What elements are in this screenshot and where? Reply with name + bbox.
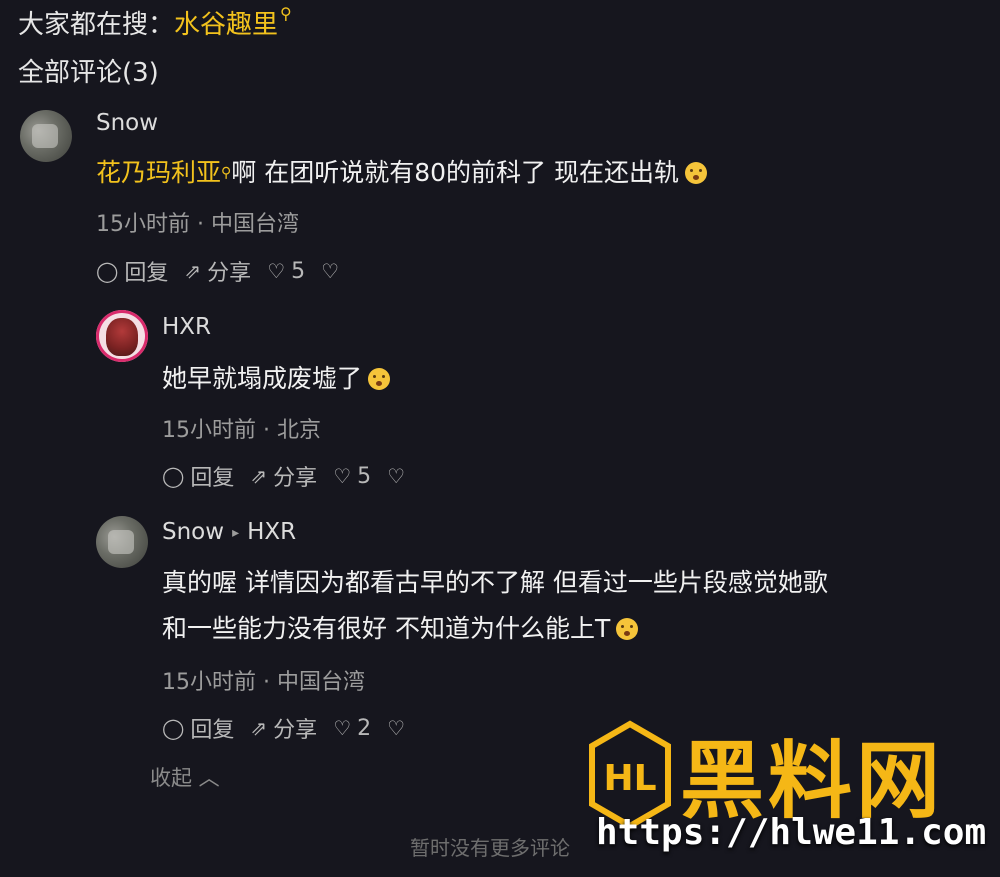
avatar[interactable]	[20, 110, 72, 162]
broken-heart-icon: ♡	[387, 464, 406, 488]
comment-meta: 15小时前 · 北京	[162, 418, 321, 443]
magnifier-icon: ⚲	[221, 165, 232, 181]
comment-actions: ◯ 回复 ⇗ 分享 ♡ 5 ♡	[162, 460, 405, 492]
like-button[interactable]: ♡ 5	[267, 259, 305, 284]
comment-meta: 15小时前 · 中国台湾	[96, 212, 299, 237]
share-arrow-icon: ⇗	[250, 464, 268, 488]
share-button[interactable]: ⇗ 分享	[184, 255, 251, 287]
speech-bubble-icon: ◯	[96, 259, 119, 283]
reply-to-username[interactable]: HXR	[247, 519, 296, 545]
comment-meta: 15小时前 · 中国台湾	[162, 670, 365, 695]
share-arrow-icon: ⇗	[250, 716, 268, 740]
search-keyword-link[interactable]: 水谷趣里	[174, 10, 278, 40]
heart-icon: ♡	[267, 259, 286, 283]
comment-username[interactable]: Snow	[96, 110, 158, 136]
no-more-comments: 暂时没有更多评论	[410, 836, 570, 860]
comment-body-line: 真的喔 详情因为都看古早的不了解 但看过一些片段感觉她歌	[162, 568, 828, 597]
emoji-icon	[368, 368, 391, 390]
heart-icon: ♡	[333, 464, 352, 488]
reply-button[interactable]: ◯ 回复	[162, 460, 234, 492]
share-arrow-icon: ⇗	[184, 259, 202, 283]
avatar[interactable]	[96, 516, 148, 568]
like-button[interactable]: ♡ 5	[333, 464, 371, 489]
reply-arrow-icon: ▸	[232, 525, 240, 541]
search-prefix: 大家都在搜：	[18, 10, 175, 40]
comment-text: 花乃玛利亚⚲啊 在团听说就有80的前科了 现在还出轨	[96, 150, 707, 196]
comment-actions: ◯ 回复 ⇗ 分享 ♡ 5 ♡	[96, 255, 339, 287]
comment-username[interactable]: HXR	[162, 314, 211, 340]
mention-link[interactable]: 花乃玛利亚	[96, 158, 221, 187]
comment-body-line: 和一些能力没有很好 不知道为什么能上T	[162, 606, 828, 652]
broken-heart-icon: ♡	[387, 716, 406, 740]
share-button[interactable]: ⇗ 分享	[250, 460, 317, 492]
broken-heart-icon: ♡	[321, 259, 340, 283]
dislike-button[interactable]: ♡	[387, 464, 405, 488]
speech-bubble-icon: ◯	[162, 464, 185, 488]
comment-body: 她早就塌成废墟了	[162, 364, 363, 393]
like-button[interactable]: ♡ 2	[333, 716, 371, 741]
watermark-url: https://hlwe11.com	[596, 812, 987, 853]
comment-actions: ◯ 回复 ⇗ 分享 ♡ 2 ♡	[162, 712, 405, 744]
comment-text: 她早就塌成废墟了	[162, 356, 391, 402]
comment-username-link[interactable]: Snow	[162, 519, 224, 545]
search-suggestion[interactable]: 大家都在搜：水谷趣里 ⚲	[18, 4, 292, 41]
comment-username: Snow ▸ HXR	[162, 519, 296, 545]
magnifier-icon: ⚲	[280, 4, 292, 23]
heart-icon: ♡	[333, 716, 352, 740]
comment-body: 啊 在团听说就有80的前科了 现在还出轨	[231, 158, 679, 187]
collapse-button[interactable]: 收起 ︿	[150, 762, 220, 792]
speech-bubble-icon: ◯	[162, 716, 185, 740]
comment-text: 真的喔 详情因为都看古早的不了解 但看过一些片段感觉她歌 和一些能力没有很好 不…	[162, 560, 828, 652]
reply-button[interactable]: ◯ 回复	[96, 255, 168, 287]
emoji-icon	[685, 162, 707, 184]
dislike-button[interactable]: ♡	[321, 259, 339, 283]
comment-count: 全部评论(3)	[18, 58, 159, 88]
share-button[interactable]: ⇗ 分享	[250, 712, 317, 744]
avatar[interactable]	[96, 310, 148, 362]
chevron-up-icon: ︿	[192, 766, 220, 790]
emoji-icon	[616, 618, 639, 640]
reply-button[interactable]: ◯ 回复	[162, 712, 234, 744]
dislike-button[interactable]: ♡	[387, 716, 405, 740]
watermark-logo-text: HL	[603, 758, 656, 799]
